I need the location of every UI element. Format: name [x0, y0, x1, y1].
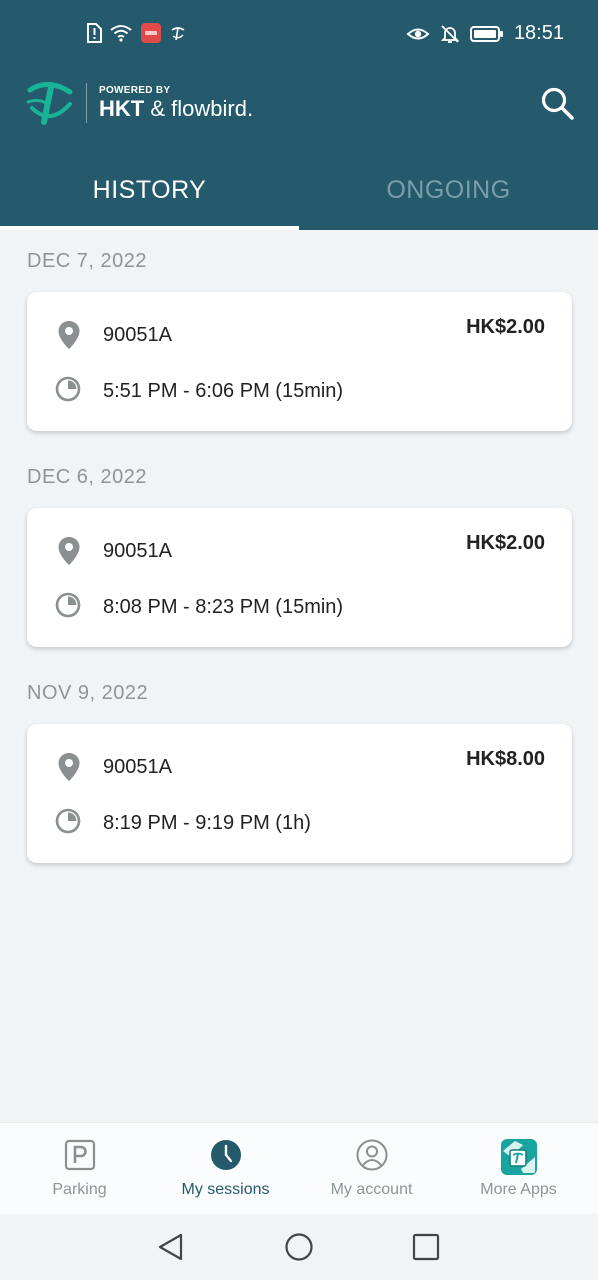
- session-tabs: HISTORY ONGOING: [0, 150, 598, 230]
- bell-muted-icon: [440, 24, 460, 43]
- date-header: NOV 9, 2022: [27, 682, 149, 704]
- tab-ongoing[interactable]: ONGOING: [299, 150, 598, 230]
- location-pin-icon: [58, 753, 80, 781]
- brand-hkt: HKT: [99, 96, 145, 121]
- hkt-app-icon: [171, 27, 185, 41]
- session-time: 5:51 PM - 6:06 PM (15min): [103, 380, 344, 402]
- active-tab-indicator: [0, 226, 299, 230]
- session-price: HK$8.00: [466, 748, 545, 770]
- session-card[interactable]: 90051A HK$8.00 8:19 PM - 9:19 PM (1h): [27, 724, 572, 863]
- logo-divider: [86, 83, 87, 123]
- location-pin-icon: [58, 537, 80, 565]
- status-bar: 18:51: [0, 0, 598, 70]
- location-pin-icon: [58, 321, 80, 349]
- search-icon: [541, 87, 574, 120]
- back-icon[interactable]: [156, 1232, 186, 1262]
- search-button[interactable]: [540, 86, 576, 122]
- wifi-icon: [110, 25, 132, 42]
- app-logo: POWERED BY HKT & flowbird.: [26, 80, 253, 126]
- nav-more-apps[interactable]: More Apps: [444, 1123, 593, 1215]
- session-card[interactable]: 90051A HK$2.00 5:51 PM - 6:06 PM (15min): [27, 292, 572, 431]
- more-apps-icon: [500, 1139, 537, 1175]
- eye-comfort-icon: [406, 28, 430, 39]
- session-time: 8:19 PM - 9:19 PM (1h): [103, 812, 311, 834]
- date-header: DEC 7, 2022: [27, 250, 148, 272]
- date-header: DEC 6, 2022: [27, 466, 148, 488]
- brand-flowbird: & flowbird.: [150, 96, 254, 121]
- user-icon: [356, 1139, 387, 1171]
- session-price: HK$2.00: [466, 532, 545, 554]
- nav-my-account[interactable]: My account: [297, 1123, 446, 1215]
- clock-icon: [210, 1140, 241, 1170]
- nav-my-account-label: My account: [330, 1181, 413, 1198]
- nav-more-apps-label: More Apps: [480, 1181, 557, 1198]
- bottom-navigation: Parking My sessions My account More Apps: [0, 1122, 598, 1215]
- session-location: 90051A: [103, 324, 172, 346]
- session-card[interactable]: 90051A HK$2.00 8:08 PM - 8:23 PM (15min): [27, 508, 572, 647]
- battery-icon: [469, 25, 503, 42]
- nav-my-sessions[interactable]: My sessions: [151, 1123, 300, 1215]
- sim-alert-icon: [87, 23, 102, 43]
- nav-parking[interactable]: Parking: [5, 1123, 154, 1215]
- status-time: 18:51: [513, 22, 564, 44]
- nav-parking-label: Parking: [52, 1181, 107, 1198]
- notification-app-icon: [141, 23, 161, 43]
- session-time: 8:08 PM - 8:23 PM (15min): [103, 596, 344, 618]
- system-navigation-bar: [0, 1214, 598, 1280]
- parking-icon: [64, 1139, 95, 1171]
- tab-history[interactable]: HISTORY: [0, 150, 299, 230]
- session-location: 90051A: [103, 540, 172, 562]
- home-icon[interactable]: [284, 1232, 314, 1262]
- duration-icon: [55, 808, 81, 834]
- hkt-logo-icon: [26, 82, 73, 125]
- app-header: 18:51 POWERED BY HKT & flowbird. HISTORY…: [0, 0, 598, 230]
- session-location: 90051A: [103, 756, 172, 778]
- duration-icon: [55, 592, 81, 618]
- session-price: HK$2.00: [466, 316, 545, 338]
- recents-icon[interactable]: [412, 1232, 440, 1262]
- duration-icon: [55, 376, 81, 402]
- nav-my-sessions-label: My sessions: [181, 1181, 270, 1198]
- brand-text: POWERED BY HKT & flowbird.: [99, 85, 253, 121]
